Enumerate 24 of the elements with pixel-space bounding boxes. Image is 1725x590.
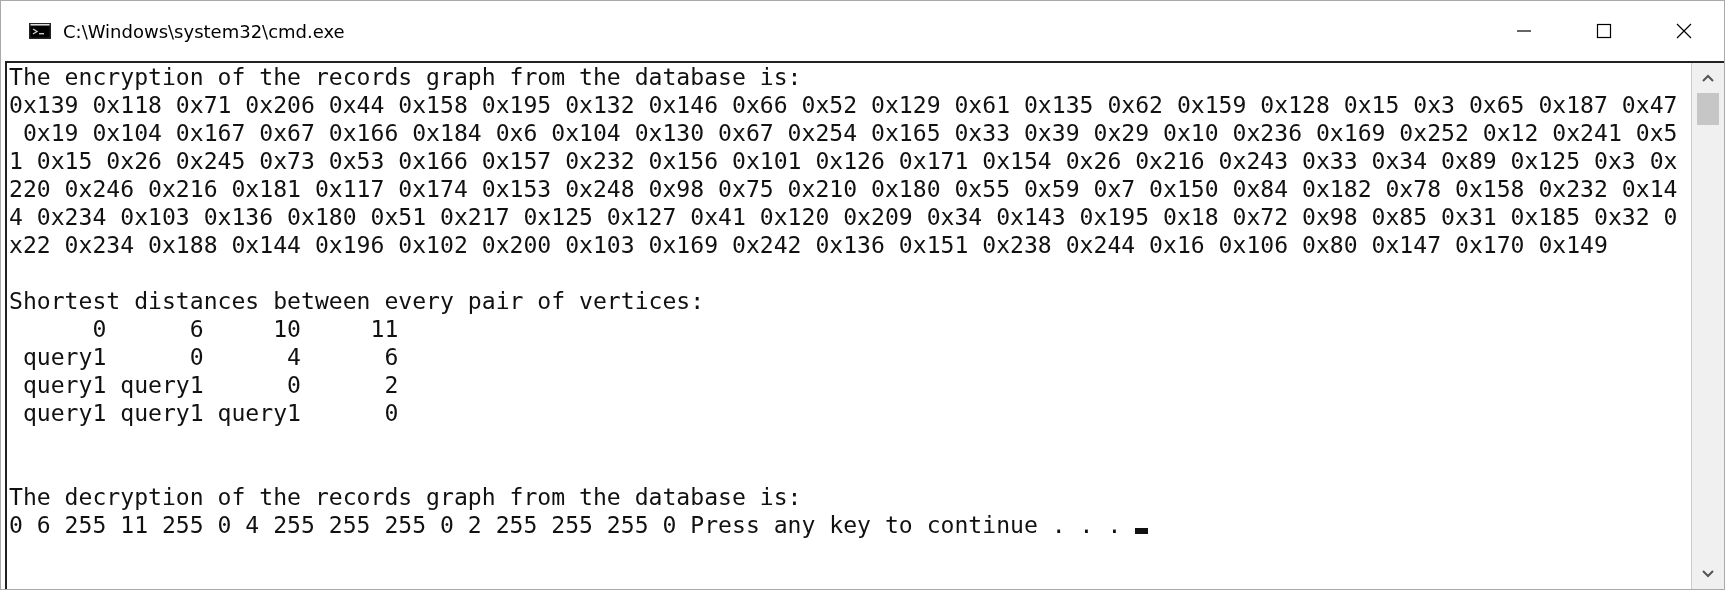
console-line: The encryption of the records graph from the database is: [9,63,803,91]
chevron-down-icon [1701,569,1715,579]
console-line: query1 query1 0 2 [21,371,400,399]
maximize-icon [1596,23,1612,39]
window-title: C:\Windows\system32\cmd.exe [63,20,345,42]
console-line: 220 0x246 0x216 0x181 0x117 0x174 0x153 0x248 0x98 0x75 0x210 0x180 0x55 0x59 0x7 0x150 0x84 0x182 0x78 0x158 0x232 0x14 [9,175,1679,203]
console-line: query1 0 4 6 [21,343,400,371]
text-cursor [1135,528,1149,534]
scrollbar[interactable] [1691,63,1724,589]
console-line: Shortest distances between every pair of vertices: [9,287,706,315]
console-line: query1 query1 query1 0 [21,399,400,427]
console-icon [29,23,51,39]
scrollbar-thumb[interactable] [1697,93,1719,125]
console-line: 0 6 255 11 255 0 4 255 255 255 0 2 255 255 255 0 Press any key to continue . . . [9,511,1123,539]
close-icon [1676,23,1692,39]
console-line: 4 0x234 0x103 0x136 0x180 0x51 0x217 0x125 0x127 0x41 0x120 0x209 0x34 0x143 0x195 0x18 0x72 0x98 0x85 0x31 0x185 0x32 0 [9,203,1679,231]
console-line: The decryption of the records graph from the database is: [9,483,803,511]
console-line: 1 0x15 0x26 0x245 0x73 0x53 0x166 0x157 0x232 0x156 0x101 0x126 0x171 0x154 0x26 0x216 0x243 0x33 0x34 0x89 0x125 0x3 0x [9,147,1679,175]
console-line: 0x19 0x104 0x167 0x67 0x166 0x184 0x6 0x104 0x130 0x67 0x254 0x165 0x33 0x39 0x29 0x10 0x236 0x169 0x252 0x12 0x241 0x5 [21,119,1679,147]
minimize-icon [1516,30,1532,32]
console-line: x22 0x234 0x188 0x144 0x196 0x102 0x200 0x103 0x169 0x242 0x136 0x151 0x238 0x244 0x16 0x106 0x80 0x147 0x170 0x149 [9,231,1609,259]
chevron-up-icon [1701,73,1715,83]
console-line: 0 6 10 11 [91,315,400,343]
console-line: 0x139 0x118 0x71 0x206 0x44 0x158 0x195 0x132 0x146 0x66 0x52 0x129 0x61 0x135 0x62 0x159 0x128 0x15 0x3 0x65 0x187 0x47 [9,91,1679,119]
